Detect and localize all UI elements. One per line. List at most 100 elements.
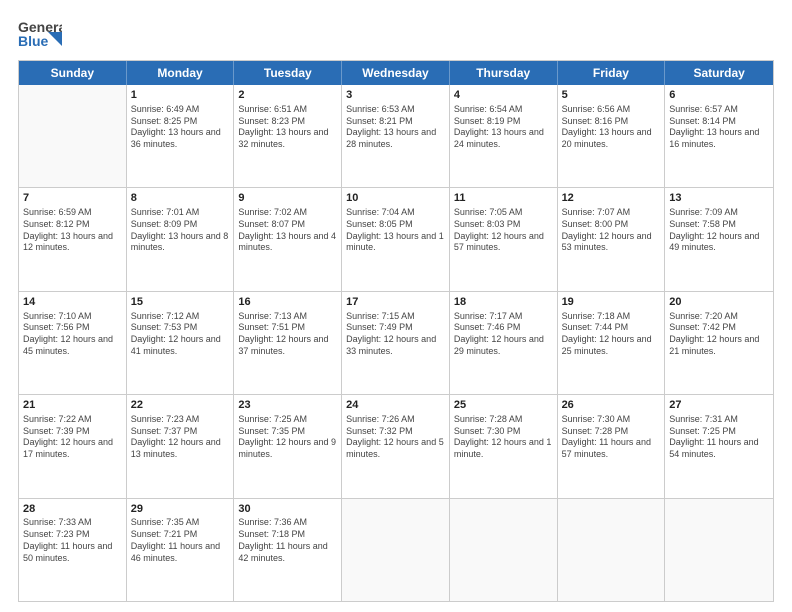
cell-info: Sunrise: 6:54 AMSunset: 8:19 PMDaylight:… xyxy=(454,104,553,151)
header-day-saturday: Saturday xyxy=(665,61,773,85)
cell-info: Sunrise: 7:30 AMSunset: 7:28 PMDaylight:… xyxy=(562,414,661,461)
cell-info: Sunrise: 7:05 AMSunset: 8:03 PMDaylight:… xyxy=(454,207,553,254)
cal-cell: 8Sunrise: 7:01 AMSunset: 8:09 PMDaylight… xyxy=(127,188,235,290)
day-number: 16 xyxy=(238,295,337,310)
cal-cell xyxy=(665,499,773,601)
cell-info: Sunrise: 7:15 AMSunset: 7:49 PMDaylight:… xyxy=(346,311,445,358)
week-row-4: 28Sunrise: 7:33 AMSunset: 7:23 PMDayligh… xyxy=(19,499,773,601)
cal-cell: 3Sunrise: 6:53 AMSunset: 8:21 PMDaylight… xyxy=(342,85,450,187)
day-number: 13 xyxy=(669,191,769,206)
day-number: 23 xyxy=(238,398,337,413)
cell-info: Sunrise: 7:12 AMSunset: 7:53 PMDaylight:… xyxy=(131,311,230,358)
cal-cell xyxy=(342,499,450,601)
cell-info: Sunrise: 6:53 AMSunset: 8:21 PMDaylight:… xyxy=(346,104,445,151)
cell-info: Sunrise: 6:57 AMSunset: 8:14 PMDaylight:… xyxy=(669,104,769,151)
cal-cell: 29Sunrise: 7:35 AMSunset: 7:21 PMDayligh… xyxy=(127,499,235,601)
cal-cell: 14Sunrise: 7:10 AMSunset: 7:56 PMDayligh… xyxy=(19,292,127,394)
cell-info: Sunrise: 7:33 AMSunset: 7:23 PMDaylight:… xyxy=(23,517,122,564)
calendar-body: 1Sunrise: 6:49 AMSunset: 8:25 PMDaylight… xyxy=(19,85,773,601)
cal-cell: 9Sunrise: 7:02 AMSunset: 8:07 PMDaylight… xyxy=(234,188,342,290)
cal-cell: 11Sunrise: 7:05 AMSunset: 8:03 PMDayligh… xyxy=(450,188,558,290)
day-number: 24 xyxy=(346,398,445,413)
day-number: 19 xyxy=(562,295,661,310)
cell-info: Sunrise: 6:49 AMSunset: 8:25 PMDaylight:… xyxy=(131,104,230,151)
cell-info: Sunrise: 7:01 AMSunset: 8:09 PMDaylight:… xyxy=(131,207,230,254)
cell-info: Sunrise: 7:22 AMSunset: 7:39 PMDaylight:… xyxy=(23,414,122,461)
header-day-friday: Friday xyxy=(558,61,666,85)
day-number: 10 xyxy=(346,191,445,206)
cell-info: Sunrise: 7:23 AMSunset: 7:37 PMDaylight:… xyxy=(131,414,230,461)
cal-cell: 25Sunrise: 7:28 AMSunset: 7:30 PMDayligh… xyxy=(450,395,558,497)
cal-cell: 26Sunrise: 7:30 AMSunset: 7:28 PMDayligh… xyxy=(558,395,666,497)
cal-cell: 4Sunrise: 6:54 AMSunset: 8:19 PMDaylight… xyxy=(450,85,558,187)
cal-cell: 23Sunrise: 7:25 AMSunset: 7:35 PMDayligh… xyxy=(234,395,342,497)
day-number: 2 xyxy=(238,88,337,103)
logo-container: General Blue xyxy=(18,18,62,50)
header-day-wednesday: Wednesday xyxy=(342,61,450,85)
cal-cell: 16Sunrise: 7:13 AMSunset: 7:51 PMDayligh… xyxy=(234,292,342,394)
day-number: 22 xyxy=(131,398,230,413)
cal-cell: 19Sunrise: 7:18 AMSunset: 7:44 PMDayligh… xyxy=(558,292,666,394)
cell-info: Sunrise: 7:20 AMSunset: 7:42 PMDaylight:… xyxy=(669,311,769,358)
header-day-monday: Monday xyxy=(127,61,235,85)
cal-cell: 1Sunrise: 6:49 AMSunset: 8:25 PMDaylight… xyxy=(127,85,235,187)
cal-cell: 24Sunrise: 7:26 AMSunset: 7:32 PMDayligh… xyxy=(342,395,450,497)
cell-info: Sunrise: 7:09 AMSunset: 7:58 PMDaylight:… xyxy=(669,207,769,254)
day-number: 5 xyxy=(562,88,661,103)
day-number: 15 xyxy=(131,295,230,310)
day-number: 8 xyxy=(131,191,230,206)
day-number: 9 xyxy=(238,191,337,206)
calendar-header: SundayMondayTuesdayWednesdayThursdayFrid… xyxy=(19,61,773,85)
cal-cell: 2Sunrise: 6:51 AMSunset: 8:23 PMDaylight… xyxy=(234,85,342,187)
cal-cell: 13Sunrise: 7:09 AMSunset: 7:58 PMDayligh… xyxy=(665,188,773,290)
day-number: 3 xyxy=(346,88,445,103)
page: General Blue SundayMondayTuesdayWednesda… xyxy=(0,0,792,612)
header-day-tuesday: Tuesday xyxy=(234,61,342,85)
day-number: 14 xyxy=(23,295,122,310)
cal-cell: 6Sunrise: 6:57 AMSunset: 8:14 PMDaylight… xyxy=(665,85,773,187)
day-number: 6 xyxy=(669,88,769,103)
cal-cell: 21Sunrise: 7:22 AMSunset: 7:39 PMDayligh… xyxy=(19,395,127,497)
day-number: 29 xyxy=(131,502,230,517)
logo: General Blue xyxy=(18,18,62,50)
logo-svg: General Blue xyxy=(18,18,62,50)
day-number: 26 xyxy=(562,398,661,413)
cell-info: Sunrise: 6:51 AMSunset: 8:23 PMDaylight:… xyxy=(238,104,337,151)
cal-cell: 10Sunrise: 7:04 AMSunset: 8:05 PMDayligh… xyxy=(342,188,450,290)
day-number: 20 xyxy=(669,295,769,310)
week-row-0: 1Sunrise: 6:49 AMSunset: 8:25 PMDaylight… xyxy=(19,85,773,188)
day-number: 30 xyxy=(238,502,337,517)
cell-info: Sunrise: 7:26 AMSunset: 7:32 PMDaylight:… xyxy=(346,414,445,461)
cell-info: Sunrise: 7:18 AMSunset: 7:44 PMDaylight:… xyxy=(562,311,661,358)
header-day-thursday: Thursday xyxy=(450,61,558,85)
cal-cell xyxy=(450,499,558,601)
day-number: 28 xyxy=(23,502,122,517)
day-number: 27 xyxy=(669,398,769,413)
cell-info: Sunrise: 7:13 AMSunset: 7:51 PMDaylight:… xyxy=(238,311,337,358)
header-day-sunday: Sunday xyxy=(19,61,127,85)
cal-cell: 17Sunrise: 7:15 AMSunset: 7:49 PMDayligh… xyxy=(342,292,450,394)
cell-info: Sunrise: 7:02 AMSunset: 8:07 PMDaylight:… xyxy=(238,207,337,254)
cal-cell: 5Sunrise: 6:56 AMSunset: 8:16 PMDaylight… xyxy=(558,85,666,187)
day-number: 1 xyxy=(131,88,230,103)
header: General Blue xyxy=(18,18,774,50)
day-number: 25 xyxy=(454,398,553,413)
day-number: 21 xyxy=(23,398,122,413)
cell-info: Sunrise: 7:31 AMSunset: 7:25 PMDaylight:… xyxy=(669,414,769,461)
cell-info: Sunrise: 6:59 AMSunset: 8:12 PMDaylight:… xyxy=(23,207,122,254)
week-row-3: 21Sunrise: 7:22 AMSunset: 7:39 PMDayligh… xyxy=(19,395,773,498)
cal-cell: 7Sunrise: 6:59 AMSunset: 8:12 PMDaylight… xyxy=(19,188,127,290)
cell-info: Sunrise: 7:28 AMSunset: 7:30 PMDaylight:… xyxy=(454,414,553,461)
cell-info: Sunrise: 7:35 AMSunset: 7:21 PMDaylight:… xyxy=(131,517,230,564)
cal-cell: 22Sunrise: 7:23 AMSunset: 7:37 PMDayligh… xyxy=(127,395,235,497)
cal-cell: 12Sunrise: 7:07 AMSunset: 8:00 PMDayligh… xyxy=(558,188,666,290)
cal-cell: 27Sunrise: 7:31 AMSunset: 7:25 PMDayligh… xyxy=(665,395,773,497)
cell-info: Sunrise: 7:10 AMSunset: 7:56 PMDaylight:… xyxy=(23,311,122,358)
week-row-1: 7Sunrise: 6:59 AMSunset: 8:12 PMDaylight… xyxy=(19,188,773,291)
cell-info: Sunrise: 7:07 AMSunset: 8:00 PMDaylight:… xyxy=(562,207,661,254)
day-number: 4 xyxy=(454,88,553,103)
week-row-2: 14Sunrise: 7:10 AMSunset: 7:56 PMDayligh… xyxy=(19,292,773,395)
cal-cell: 20Sunrise: 7:20 AMSunset: 7:42 PMDayligh… xyxy=(665,292,773,394)
cal-cell xyxy=(19,85,127,187)
cell-info: Sunrise: 7:17 AMSunset: 7:46 PMDaylight:… xyxy=(454,311,553,358)
